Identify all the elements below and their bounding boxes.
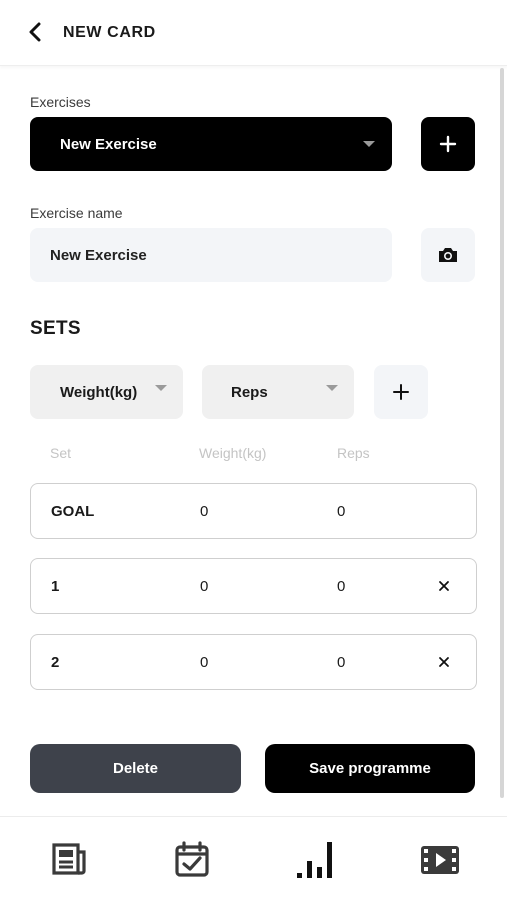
add-exercise-button[interactable] [421,117,475,171]
weight-column-select[interactable]: Weight(kg) [30,365,183,419]
reps-value[interactable]: 0 [337,503,345,520]
news-icon[interactable] [48,839,90,881]
set-row-goal[interactable]: GOAL 0 0 [30,483,477,539]
set-number: 2 [51,654,60,671]
weight-value[interactable]: 0 [200,654,208,671]
exercise-name-value: New Exercise [50,246,147,264]
caret-down-icon [155,385,167,391]
camera-icon [439,248,457,262]
exercise-name-input[interactable]: New Exercise [30,228,392,282]
set-number: GOAL [51,503,95,520]
caret-down-icon [326,385,338,391]
column-header-set: Set [50,445,72,461]
bottom-tab-bar [0,816,507,900]
exercise-select[interactable]: New Exercise [30,117,392,171]
close-icon[interactable] [435,652,453,672]
header: NEW CARD [0,0,507,66]
bar-chart-icon[interactable] [295,839,337,881]
exercise-select-value: New Exercise [60,135,157,153]
reps-value[interactable]: 0 [337,578,345,595]
column-header-reps: Reps [337,445,370,461]
page-title: NEW CARD [63,24,156,41]
sets-title: SETS [30,318,81,339]
set-row-1[interactable]: 1 0 0 [30,558,477,614]
weight-column-select-value: Weight(kg) [60,383,138,401]
set-number: 1 [51,578,60,595]
delete-button[interactable]: Delete [30,744,241,793]
weight-value[interactable]: 0 [200,503,208,520]
column-header-weight: Weight(kg) [199,445,267,461]
calendar-check-icon[interactable] [171,839,213,881]
exercise-name-label: Exercise name [30,205,123,221]
add-column-button[interactable] [374,365,428,419]
set-row-2[interactable]: 2 0 0 [30,634,477,690]
close-icon[interactable] [435,576,453,596]
camera-button[interactable] [421,228,475,282]
reps-value[interactable]: 0 [337,654,345,671]
video-icon[interactable] [419,839,461,881]
caret-down-icon [363,141,375,147]
chevron-left-icon[interactable] [24,21,46,43]
reps-column-select[interactable]: Reps [202,365,354,419]
plus-icon [393,384,409,400]
save-programme-button[interactable]: Save programme [265,744,475,793]
reps-column-select-value: Reps [231,383,268,401]
scrollbar[interactable] [500,68,504,798]
weight-value[interactable]: 0 [200,578,208,595]
exercises-label: Exercises [30,94,91,110]
plus-icon [439,135,457,153]
